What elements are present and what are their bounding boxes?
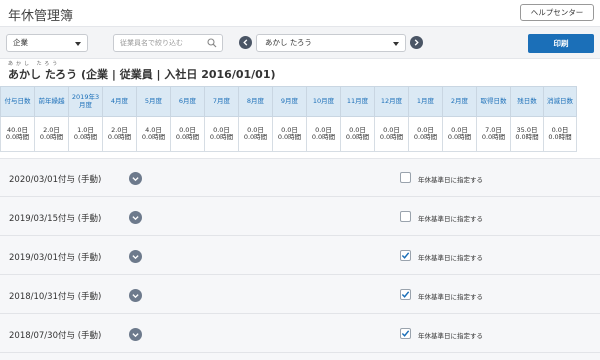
grant-label: 2020/03/01付与 (手動) <box>9 175 102 185</box>
column-header: 1月度 <box>408 86 443 117</box>
base-date-checkbox[interactable] <box>400 289 411 300</box>
grant-label: 2019/03/15付与 (手動) <box>9 214 102 224</box>
grant-row: 2019/03/15付与 (手動) 年休基準日に指定する <box>0 198 600 236</box>
previous-employee-button[interactable] <box>239 36 252 49</box>
column-header: 5月度 <box>136 86 171 117</box>
checkbox-label: 年休基準日に指定する <box>418 254 483 262</box>
grant-label: 2018/10/31付与 (手動) <box>9 292 102 302</box>
base-date-checkbox[interactable] <box>400 250 411 261</box>
grant-label: 2018/07/30付与 (手動) <box>9 331 102 341</box>
leave-table-header-row: 付与日数 前年繰越 2019年3月度 4月度 5月度 6月度 7月度 8月度 9… <box>0 86 577 117</box>
table-cell: 0.0日 0.0時間 <box>408 116 443 152</box>
column-header: 2019年3月度 <box>68 86 103 117</box>
table-cell: 7.0日 0.0時間 <box>476 116 511 152</box>
table-cell: 40.0日 0.0時間 <box>0 116 35 152</box>
help-center-button[interactable]: ヘルプセンター <box>520 4 594 21</box>
table-cell: 1.0日 0.0時間 <box>68 116 103 152</box>
grant-row: 2018/10/31付与 (手動) 年休基準日に指定する <box>0 276 600 314</box>
employee-select-value: あかし たろう <box>265 38 312 47</box>
employee-header: あかし たろう (企業 | 従業員 | 入社日 2016/01/01) <box>8 68 276 81</box>
base-date-checkbox[interactable] <box>400 172 411 183</box>
grant-row: 2019/03/01付与 (手動) 年休基準日に指定する <box>0 237 600 275</box>
expand-button[interactable] <box>129 328 142 341</box>
column-header: 12月度 <box>374 86 409 117</box>
column-header: 9月度 <box>272 86 307 117</box>
caret-down-icon <box>393 42 399 46</box>
grant-row: 2018/07/30付与 (手動) 年休基準日に指定する <box>0 315 600 353</box>
column-header: 残日数 <box>510 86 544 117</box>
column-header: 7月度 <box>204 86 239 117</box>
column-header: 11月度 <box>340 86 375 117</box>
column-header: 取得日数 <box>476 86 511 117</box>
grant-label: 2019/03/01付与 (手動) <box>9 253 102 263</box>
expand-button[interactable] <box>129 172 142 185</box>
chevron-down-icon <box>132 177 139 182</box>
chevron-left-icon <box>243 39 248 46</box>
company-select-value: 企業 <box>13 38 28 47</box>
table-cell: 0.0日 0.0時間 <box>204 116 239 152</box>
leave-summary-table: 付与日数 前年繰越 2019年3月度 4月度 5月度 6月度 7月度 8月度 9… <box>0 86 577 152</box>
column-header: 前年繰越 <box>34 86 69 117</box>
table-cell: 0.0日 0.0時間 <box>340 116 375 152</box>
table-cell: 0.0日 0.0時間 <box>543 116 577 152</box>
table-cell: 2.0日 0.0時間 <box>102 116 137 152</box>
column-header: 6月度 <box>170 86 205 117</box>
column-header: 4月度 <box>102 86 137 117</box>
table-cell: 0.0日 0.0時間 <box>170 116 205 152</box>
column-header: 8月度 <box>238 86 273 117</box>
chevron-down-icon <box>132 333 139 338</box>
column-header: 2月度 <box>442 86 477 117</box>
checkbox-label: 年休基準日に指定する <box>418 332 483 340</box>
table-cell: 0.0日 0.0時間 <box>238 116 273 152</box>
table-cell: 0.0日 0.0時間 <box>272 116 307 152</box>
check-icon <box>401 252 410 259</box>
table-cell: 0.0日 0.0時間 <box>306 116 341 152</box>
checkbox-label: 年休基準日に指定する <box>418 293 483 301</box>
grant-row: 2020/03/01付与 (手動) 年休基準日に指定する <box>0 159 600 197</box>
caret-down-icon <box>75 42 81 46</box>
leave-table-values-row: 40.0日 0.0時間 2.0日 0.0時間 1.0日 0.0時間 2.0日 0… <box>0 116 577 152</box>
table-cell: 0.0日 0.0時間 <box>374 116 409 152</box>
chevron-down-icon <box>132 216 139 221</box>
toolbar: 企業 あかし たろう 印刷 <box>0 26 600 59</box>
next-employee-button[interactable] <box>410 36 423 49</box>
checkbox-label: 年休基準日に指定する <box>418 176 483 184</box>
expand-button[interactable] <box>129 211 142 224</box>
base-date-checkbox[interactable] <box>400 211 411 222</box>
search-icon[interactable] <box>207 38 217 48</box>
column-header: 10月度 <box>306 86 341 117</box>
table-cell: 35.0日 0.0時間 <box>510 116 544 152</box>
check-icon <box>401 330 410 337</box>
expand-button[interactable] <box>129 250 142 263</box>
page-title: 年休管理簿 <box>8 9 74 24</box>
check-icon <box>401 291 410 298</box>
column-header: 消滅日数 <box>543 86 577 117</box>
base-date-checkbox[interactable] <box>400 328 411 339</box>
column-header: 付与日数 <box>0 86 35 117</box>
chevron-right-icon <box>414 39 419 46</box>
table-cell: 0.0日 0.0時間 <box>442 116 477 152</box>
company-select[interactable]: 企業 <box>6 34 88 52</box>
table-cell: 4.0日 0.0時間 <box>136 116 171 152</box>
chevron-down-icon <box>132 294 139 299</box>
table-cell: 2.0日 0.0時間 <box>34 116 69 152</box>
chevron-down-icon <box>132 255 139 260</box>
checkbox-label: 年休基準日に指定する <box>418 215 483 223</box>
expand-button[interactable] <box>129 289 142 302</box>
grant-list: 2020/03/01付与 (手動) 年休基準日に指定する 2019/03/15付… <box>0 158 600 360</box>
print-button[interactable]: 印刷 <box>528 34 594 53</box>
employee-select[interactable]: あかし たろう <box>256 34 406 52</box>
